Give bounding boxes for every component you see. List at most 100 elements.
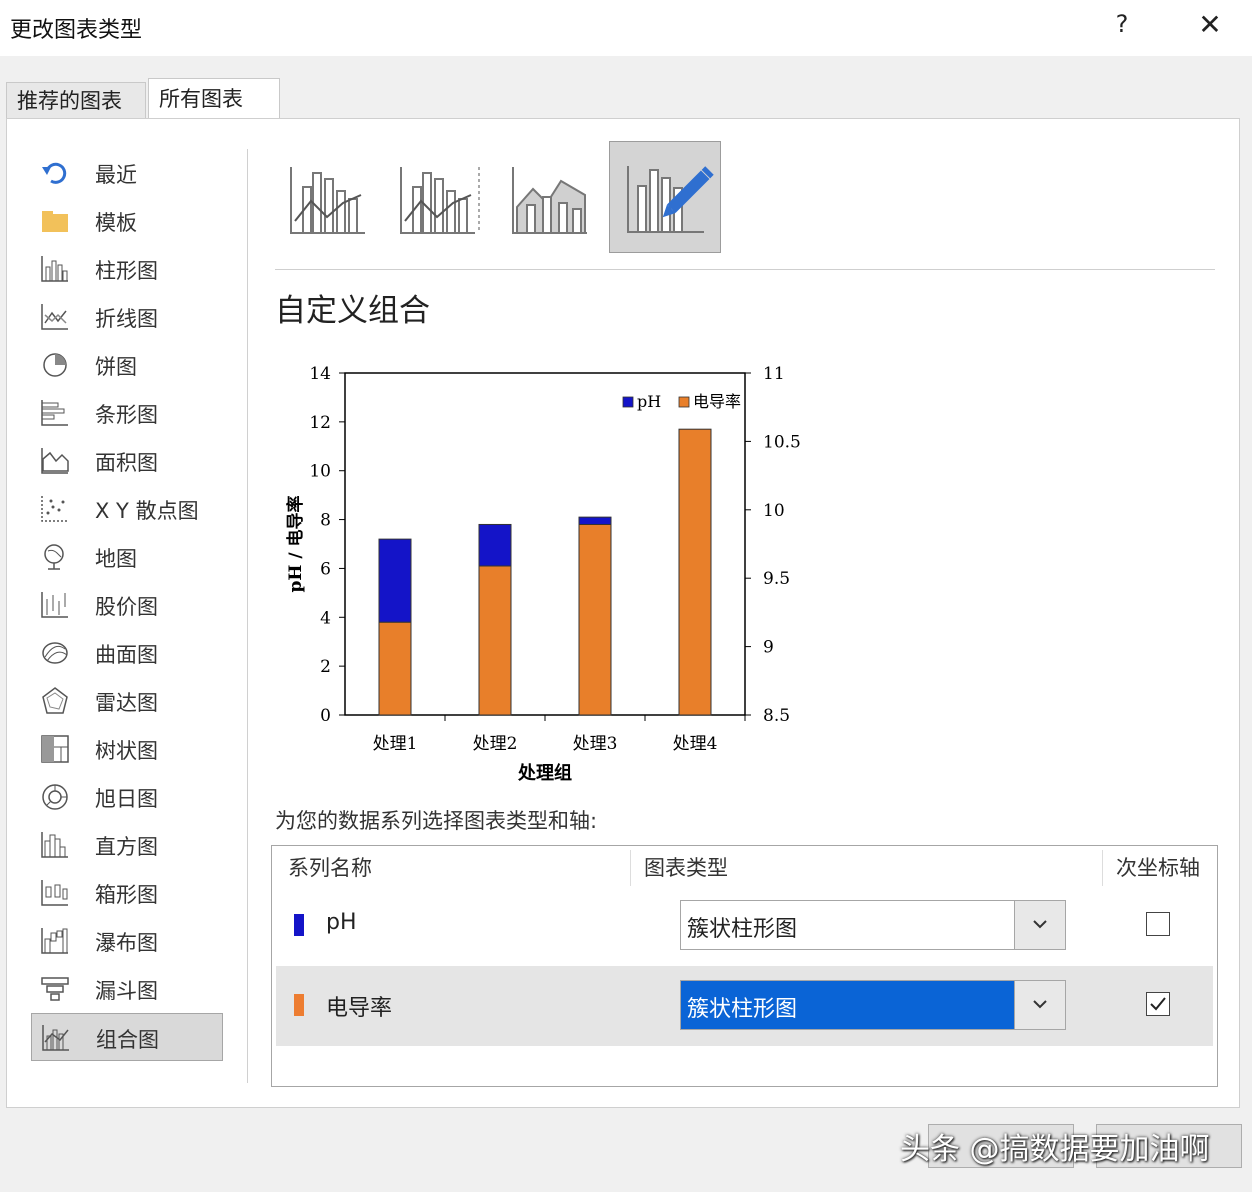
- series-table: 系列名称 图表类型 次坐标轴 pH 簇状柱形图 电导率 簇状柱形图: [271, 845, 1218, 1087]
- series-color-swatch: [294, 914, 304, 936]
- surface-chart-icon: [39, 637, 71, 669]
- radar-chart-icon: [39, 685, 71, 717]
- y-tick-label: 12: [309, 413, 331, 433]
- sidebar-item-column-chart[interactable]: 柱形图: [31, 245, 223, 293]
- header-divider: [630, 850, 631, 886]
- header-divider: [1102, 850, 1103, 886]
- sidebar-item-recent[interactable]: 最近: [31, 149, 223, 197]
- folder-icon: [39, 205, 71, 237]
- y-tick-label: 2: [320, 657, 331, 677]
- sidebar-item-histogram-chart[interactable]: 直方图: [31, 821, 223, 869]
- funnel-chart-icon: [39, 973, 71, 1005]
- secondary-axis-checkbox[interactable]: [1146, 912, 1170, 936]
- sidebar-item-label: 最近: [95, 163, 137, 187]
- sidebar-item-scatter-chart[interactable]: X Y 散点图: [31, 485, 223, 533]
- dropdown-button[interactable]: [1014, 901, 1065, 949]
- bar-chart-icon: [39, 397, 71, 429]
- sidebar-item-label: 组合图: [96, 1028, 159, 1052]
- help-button[interactable]: ?: [1110, 10, 1134, 38]
- sidebar-item-label: 折线图: [95, 307, 158, 331]
- stacked-area-column-thumbnail[interactable]: [499, 147, 599, 247]
- bar-ph: [478, 523, 512, 567]
- sidebar-item-line-chart[interactable]: 折线图: [31, 293, 223, 341]
- dropdown-button[interactable]: [1014, 981, 1065, 1029]
- subtype-heading: 自定义组合: [275, 293, 430, 329]
- sidebar-item-label: 地图: [95, 547, 137, 571]
- sidebar-item-bar-chart[interactable]: 条形图: [31, 389, 223, 437]
- waterfall-chart-icon: [39, 925, 71, 957]
- secondary-axis-header: 次坐标轴: [1116, 856, 1200, 880]
- clustered-column-line-thumbnail[interactable]: [277, 147, 377, 247]
- chart-type-dropdown[interactable]: 簇状柱形图: [680, 980, 1066, 1030]
- series-name: pH: [326, 910, 357, 935]
- sidebar-item-box-chart[interactable]: 箱形图: [31, 869, 223, 917]
- sidebar-item-label: 雷达图: [95, 691, 158, 715]
- sidebar-item-label: 瀑布图: [95, 931, 158, 955]
- sidebar-item-map-chart[interactable]: 地图: [31, 533, 223, 581]
- sidebar-item-radar-chart[interactable]: 雷达图: [31, 677, 223, 725]
- tab-all-charts[interactable]: 所有图表: [148, 78, 280, 120]
- bar-ph: [578, 516, 612, 525]
- sidebar-item-label: 旭日图: [95, 787, 158, 811]
- y-tick-label: 0: [320, 706, 331, 726]
- stock-chart-icon: [39, 589, 71, 621]
- x-tick-label: 处理2: [473, 734, 518, 754]
- scatter-chart-icon: [39, 493, 71, 525]
- sidebar-item-surface-chart[interactable]: 曲面图: [31, 629, 223, 677]
- sidebar-item-waterfall-chart[interactable]: 瀑布图: [31, 917, 223, 965]
- chart-type-list: 最近模板柱形图折线图饼图条形图面积图 X Y 散点图 地图股价图曲面图雷达图树状图旭…: [31, 149, 231, 1061]
- chart-type-header: 图表类型: [644, 856, 728, 880]
- sidebar-item-label: 漏斗图: [95, 979, 158, 1003]
- legend-label: 电导率: [693, 392, 741, 411]
- close-button[interactable]: ✕: [1194, 8, 1226, 41]
- divider: [247, 149, 248, 1083]
- sidebar-item-label: 模板: [95, 211, 137, 235]
- sidebar-item-funnel-chart[interactable]: 漏斗图: [31, 965, 223, 1013]
- x-tick-label: 处理1: [373, 734, 418, 754]
- map-chart-icon: [39, 541, 71, 573]
- series-row-conductivity: 电导率 簇状柱形图: [276, 966, 1213, 1046]
- series-color-swatch: [294, 994, 304, 1016]
- y2-tick-label: 10: [763, 501, 785, 521]
- sidebar-item-area-chart[interactable]: 面积图: [31, 437, 223, 485]
- chart-type-dropdown[interactable]: 簇状柱形图: [680, 900, 1066, 950]
- y2-tick-label: 9: [763, 638, 774, 658]
- secondary-axis-checkbox[interactable]: [1146, 992, 1170, 1016]
- bar-ph: [378, 538, 412, 623]
- sidebar-item-stock-chart[interactable]: 股价图: [31, 581, 223, 629]
- x-axis-title: 处理组: [517, 762, 572, 784]
- sidebar-item-folder[interactable]: 模板: [31, 197, 223, 245]
- pie-chart-icon: [39, 349, 71, 381]
- chart-preview: 0 2 4 6 8 10 12 14 8.5 9 9.5 10 10.5 11 处理1 处理2 处理3 处理4 处理…: [275, 355, 815, 795]
- sidebar-item-treemap-chart[interactable]: 树状图: [31, 725, 223, 773]
- y2-tick-label: 11: [763, 364, 785, 384]
- box-chart-icon: [39, 877, 71, 909]
- sidebar-item-combo-chart[interactable]: 组合图: [31, 1013, 223, 1061]
- custom-combination-thumbnail[interactable]: [609, 141, 721, 253]
- sidebar-item-label: 条形图: [95, 403, 158, 427]
- line-chart-icon: [39, 301, 71, 333]
- y-tick-label: 8: [320, 511, 331, 531]
- y2-tick-label: 10.5: [763, 432, 801, 452]
- sidebar-item-label: X Y 散点图: [95, 499, 199, 523]
- series-row-ph: pH 簇状柱形图: [276, 886, 1213, 966]
- y-tick-label: 14: [309, 364, 331, 384]
- sidebar-item-label: 树状图: [95, 739, 158, 763]
- sidebar-item-label: 曲面图: [95, 643, 158, 667]
- sidebar-item-pie-chart[interactable]: 饼图: [31, 341, 223, 389]
- recent-icon: [39, 157, 71, 189]
- legend-swatch: [678, 396, 690, 408]
- combo-chart-icon: [40, 1022, 72, 1054]
- bar-conductivity: [678, 428, 712, 716]
- chart-type-value: 簇状柱形图: [687, 917, 798, 942]
- chart-type-value: 簇状柱形图: [687, 997, 798, 1022]
- clustered-column-line-secondary-thumbnail[interactable]: [387, 147, 487, 247]
- sidebar-item-sunburst-chart[interactable]: 旭日图: [31, 773, 223, 821]
- tab-panel: 最近模板柱形图折线图饼图条形图面积图 X Y 散点图 地图股价图曲面图雷达图树状图旭…: [6, 118, 1240, 1108]
- area-column-icon: [512, 167, 587, 234]
- series-name-header: 系列名称: [288, 856, 372, 880]
- bar-conductivity: [478, 565, 512, 716]
- gallery-divider: [275, 269, 1215, 270]
- tab-recommended-charts[interactable]: 推荐的图表: [6, 82, 146, 118]
- x-tick-label: 处理4: [673, 734, 718, 754]
